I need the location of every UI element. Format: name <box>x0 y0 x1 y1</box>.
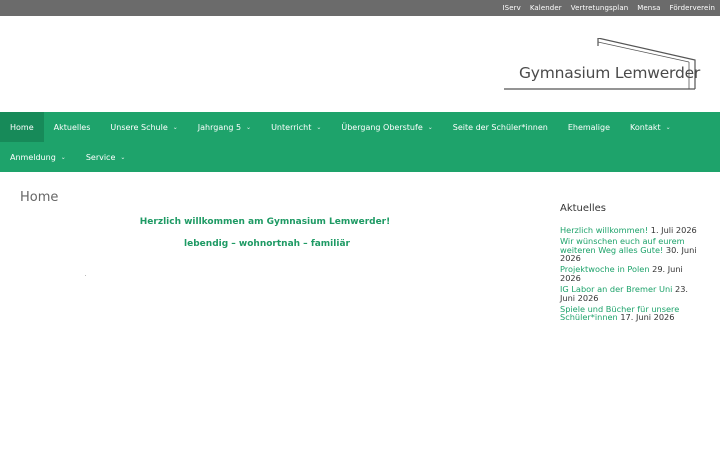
news-item: Projektwoche in Polen 29. Juni 2026 <box>560 265 700 282</box>
top-link-mensa[interactable]: Mensa <box>637 4 660 12</box>
nav-unterricht-label: Unterricht <box>271 122 312 132</box>
top-link-foerderverein[interactable]: Förderverein <box>669 4 715 12</box>
chevron-down-icon: ⌄ <box>172 123 178 131</box>
news-date: 1. Juli 2026 <box>650 225 697 235</box>
news-item: IG Labor an der Bremer Uni 23. Juni 2026 <box>560 285 700 302</box>
tagline-text: lebendig – wohnortnah – familiär <box>184 239 350 249</box>
nav-row-2: Anmeldung ⌄ Service ⌄ <box>0 142 720 172</box>
school-logo[interactable]: Gymnasium Lemwerder <box>503 38 701 90</box>
site-header: Gymnasium Lemwerder <box>0 16 720 112</box>
logo-text: Gymnasium Lemwerder <box>519 64 701 82</box>
chevron-down-icon: ⌄ <box>316 123 322 131</box>
chevron-down-icon: ⌄ <box>60 153 66 161</box>
nav-home-label: Home <box>10 122 34 132</box>
top-link-iserv[interactable]: IServ <box>503 4 521 12</box>
main-content: Home Herzlich willkommen am Gymnasium Le… <box>20 190 520 276</box>
chevron-down-icon: ⌄ <box>427 123 433 131</box>
news-item: Wir wünschen euch auf eurem weiteren Weg… <box>560 237 700 263</box>
welcome-text: Herzlich willkommen am Gymnasium Lemwerd… <box>139 217 391 227</box>
nav-kontakt-label: Kontakt <box>630 122 661 132</box>
nav-ehemalige-label: Ehemalige <box>567 122 611 132</box>
chevron-down-icon: ⌄ <box>665 123 671 131</box>
top-link-vertretungsplan[interactable]: Vertretungsplan <box>571 4 629 12</box>
nav-unsere-schule-label: Unsere Schule <box>110 122 168 132</box>
nav-unsere-schule[interactable]: Unsere Schule ⌄ <box>100 112 187 142</box>
top-links: IServ Kalender Vertretungsplan Mensa För… <box>0 0 720 16</box>
nav-row-1: Home Aktuelles Unsere Schule ⌄ Jahrgang 5… <box>0 112 720 142</box>
chevron-down-icon: ⌄ <box>120 153 126 161</box>
news-date: 17. Juni 2026 <box>620 312 675 323</box>
nav-jahrgang-5-label: Jahrgang 5 <box>197 122 242 132</box>
nav-anmeldung[interactable]: Anmeldung ⌄ <box>0 142 76 172</box>
news-list: Herzlich willkommen! 1. Juli 2026 Wir wü… <box>560 226 700 322</box>
news-link[interactable]: Herzlich willkommen! <box>560 225 648 235</box>
top-link-kalender[interactable]: Kalender <box>530 4 562 12</box>
nav-service-label: Service <box>85 152 116 162</box>
news-item: Spiele und Bücher für unsere Schüler*inn… <box>560 305 700 322</box>
nav-anmeldung-label: Anmeldung <box>10 152 56 162</box>
nav-uebergang-oberstufe[interactable]: Übergang Oberstufe ⌄ <box>331 112 442 142</box>
nav-seite-der-schueler-label: Seite der Schüler*innen <box>452 122 548 132</box>
nav-jahrgang-5[interactable]: Jahrgang 5 ⌄ <box>188 112 261 142</box>
nav-kontakt[interactable]: Kontakt ⌄ <box>620 112 681 142</box>
nav-ehemalige[interactable]: Ehemalige <box>558 112 620 142</box>
nav-uebergang-oberstufe-label: Übergang Oberstufe <box>341 122 423 132</box>
sidebar-news: Aktuelles Herzlich willkommen! 1. Juli 2… <box>560 203 700 324</box>
nav-aktuelles-label: Aktuelles <box>53 122 91 132</box>
nav-aktuelles[interactable]: Aktuelles <box>44 112 101 142</box>
chevron-down-icon: ⌄ <box>246 123 252 131</box>
page-title: Home <box>20 190 59 205</box>
nav-home[interactable]: Home <box>0 112 44 142</box>
divider-dot <box>85 275 86 276</box>
top-bar: IServ Kalender Vertretungsplan Mensa För… <box>0 0 720 16</box>
nav-unterricht[interactable]: Unterricht ⌄ <box>261 112 331 142</box>
nav-service[interactable]: Service ⌄ <box>76 142 136 172</box>
main-navigation: Home Aktuelles Unsere Schule ⌄ Jahrgang 5… <box>0 112 720 172</box>
sidebar-heading: Aktuelles <box>560 203 606 214</box>
news-item: Herzlich willkommen! 1. Juli 2026 <box>560 226 700 235</box>
nav-seite-der-schueler[interactable]: Seite der Schüler*innen <box>443 112 558 142</box>
